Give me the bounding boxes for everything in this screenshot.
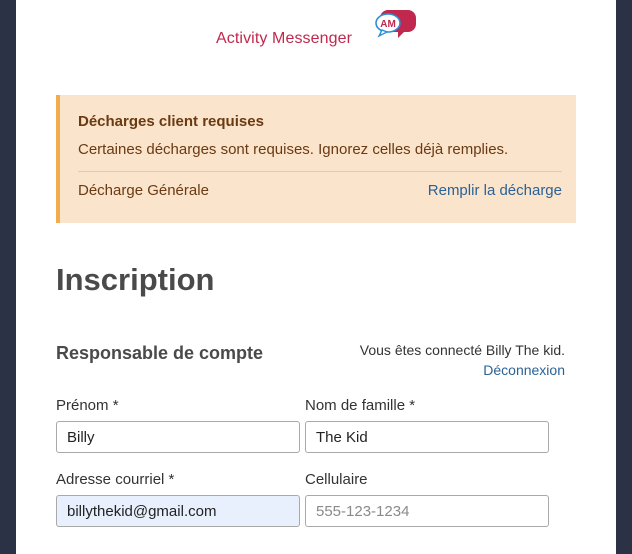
chat-bubbles-icon: AM <box>375 10 416 38</box>
waivers-required-alert: Décharges client requises Certaines déch… <box>56 95 576 223</box>
account-holder-heading: Responsable de compte <box>56 343 264 363</box>
email-label: Adresse courriel * <box>56 471 175 488</box>
logo-badge: AM <box>380 19 396 30</box>
registration-page: Activity Messenger AM Décharges client r… <box>16 0 616 554</box>
alert-message: Certaines décharges sont requises. Ignor… <box>78 141 509 158</box>
first-name-label: Prénom * <box>56 397 119 414</box>
logged-in-status: Vous êtes connecté Billy The kid. <box>359 342 565 358</box>
page-title: Inscription <box>56 262 215 297</box>
mobile-field[interactable] <box>305 495 549 527</box>
activity-messenger-logo[interactable]: Activity Messenger AM <box>216 8 436 52</box>
first-name-field[interactable] <box>56 421 300 453</box>
logout-link[interactable]: Déconnexion <box>483 362 565 378</box>
waiver-name: Décharge Générale <box>78 182 209 199</box>
email-field[interactable] <box>56 495 300 527</box>
fill-waiver-link[interactable]: Remplir la décharge <box>428 182 562 199</box>
mobile-label: Cellulaire <box>305 471 368 488</box>
last-name-field[interactable] <box>305 421 549 453</box>
alert-title: Décharges client requises <box>78 113 264 130</box>
alert-divider <box>78 171 562 172</box>
last-name-label: Nom de famille * <box>305 397 416 414</box>
logo-text: Activity Messenger <box>216 30 353 47</box>
